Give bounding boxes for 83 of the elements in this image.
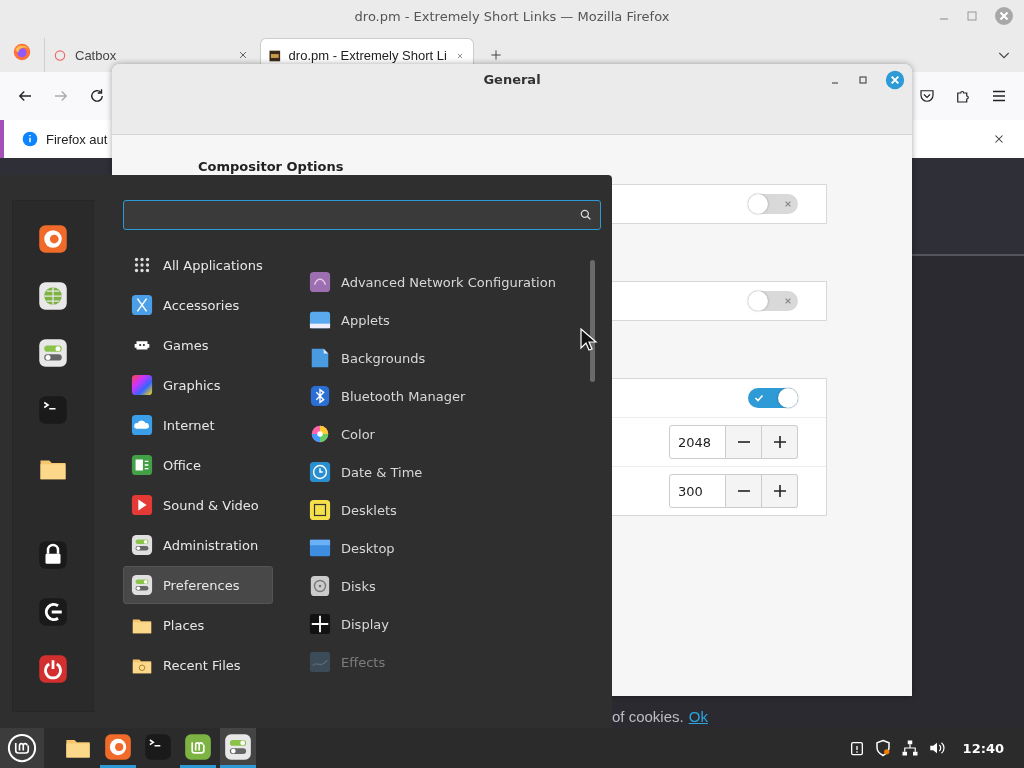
number-field[interactable]: 300	[669, 474, 726, 508]
category-item[interactable]: Games	[123, 326, 273, 364]
category-item[interactable]: Graphics	[123, 366, 273, 404]
category-item[interactable]: Accessories	[123, 286, 273, 324]
crosshair-icon	[309, 613, 331, 635]
ok-link[interactable]: Ok	[688, 708, 708, 725]
document-icon	[131, 454, 153, 476]
cookie-notice: of cookies.	[612, 708, 684, 725]
category-item[interactable]: Sound & Video	[123, 486, 273, 524]
toggle-switches-icon	[224, 732, 252, 761]
clock: 12:40	[962, 740, 1004, 756]
menu-button[interactable]	[0, 728, 44, 768]
app-item[interactable]: Advanced Network Configuration	[305, 264, 556, 300]
window-title: dro.pm - Extremely Short Links — Mozilla Firefox	[354, 8, 670, 24]
terminal-icon[interactable]	[38, 395, 68, 426]
plus-icon	[771, 483, 788, 499]
lock-icon[interactable]	[38, 539, 68, 570]
toggle-switch[interactable]	[748, 194, 798, 214]
search-field[interactable]	[123, 200, 601, 230]
dialog-title: General	[483, 72, 541, 88]
color-wheel-icon	[309, 423, 331, 445]
x-icon	[784, 297, 792, 305]
note-icon	[309, 499, 331, 521]
search-icon	[579, 208, 593, 222]
cloud-icon	[131, 414, 153, 436]
launcher-button[interactable]	[220, 728, 256, 768]
reload-icon[interactable]	[88, 87, 106, 105]
category-item[interactable]: All Applications	[123, 246, 273, 284]
x-icon	[784, 200, 792, 208]
section-heading: Compositor Options	[198, 159, 345, 174]
plus-icon	[771, 434, 788, 450]
play-icon	[131, 494, 153, 516]
browser-icon[interactable]	[38, 224, 68, 254]
app-item[interactable]: Backgrounds	[305, 340, 556, 376]
app-item[interactable]: Applets	[305, 302, 556, 338]
minus-icon	[736, 441, 751, 443]
toggle-switches-icon[interactable]	[38, 338, 68, 369]
browser-icon	[104, 732, 132, 761]
scissors-icon	[131, 294, 153, 316]
rainbow-icon	[131, 374, 153, 396]
minus-icon	[736, 490, 751, 492]
clock-icon	[309, 461, 331, 483]
category-item[interactable]: Places	[123, 606, 273, 644]
logout-icon[interactable]	[38, 596, 68, 627]
scrollbar-thumb[interactable]	[590, 260, 595, 382]
app-item[interactable]: Color	[305, 416, 556, 452]
app-item[interactable]: Desklets	[305, 492, 556, 528]
increment-button[interactable]	[762, 425, 798, 459]
network-icon	[309, 271, 331, 293]
waves-icon	[309, 651, 331, 673]
toggle-switch[interactable]	[748, 291, 798, 311]
picture-file-icon	[309, 347, 331, 369]
info-icon	[22, 131, 38, 147]
number-field[interactable]: 2048	[669, 425, 726, 459]
network-icon[interactable]	[900, 739, 919, 757]
check-icon	[754, 393, 764, 403]
mint-logo-icon	[184, 732, 212, 761]
app-item[interactable]: Disks	[305, 568, 556, 604]
terminal-icon	[144, 732, 172, 761]
category-item[interactable]: Office	[123, 446, 273, 484]
clipboard-icon[interactable]	[848, 740, 865, 756]
app-item[interactable]: Display	[305, 606, 556, 642]
notification-text: Firefox aut	[46, 131, 108, 147]
app-item[interactable]: Bluetooth Manager	[305, 378, 556, 414]
category-item[interactable]: Preferences	[123, 566, 273, 604]
bluetooth-icon	[309, 385, 331, 407]
toggle-switches-icon	[131, 574, 153, 596]
increment-button[interactable]	[762, 474, 798, 508]
mouse-pointer-icon	[580, 328, 598, 352]
toggle-switches-icon	[131, 534, 153, 556]
category-item[interactable]: Administration	[123, 526, 273, 564]
desktop-icon	[309, 537, 331, 559]
panel-icon	[309, 309, 331, 331]
category-item[interactable]: Recent Files	[123, 646, 273, 684]
power-icon[interactable]	[38, 653, 68, 684]
globe-icon[interactable]	[38, 281, 68, 312]
pocket-icon[interactable]	[918, 87, 936, 105]
toggle-switch[interactable]	[748, 388, 798, 408]
category-item[interactable]: Internet	[123, 406, 273, 444]
maximize-icon[interactable]	[857, 74, 869, 86]
app-item[interactable]: Date & Time	[305, 454, 556, 490]
app-item[interactable]: Desktop	[305, 530, 556, 566]
shield-icon[interactable]	[873, 739, 892, 757]
